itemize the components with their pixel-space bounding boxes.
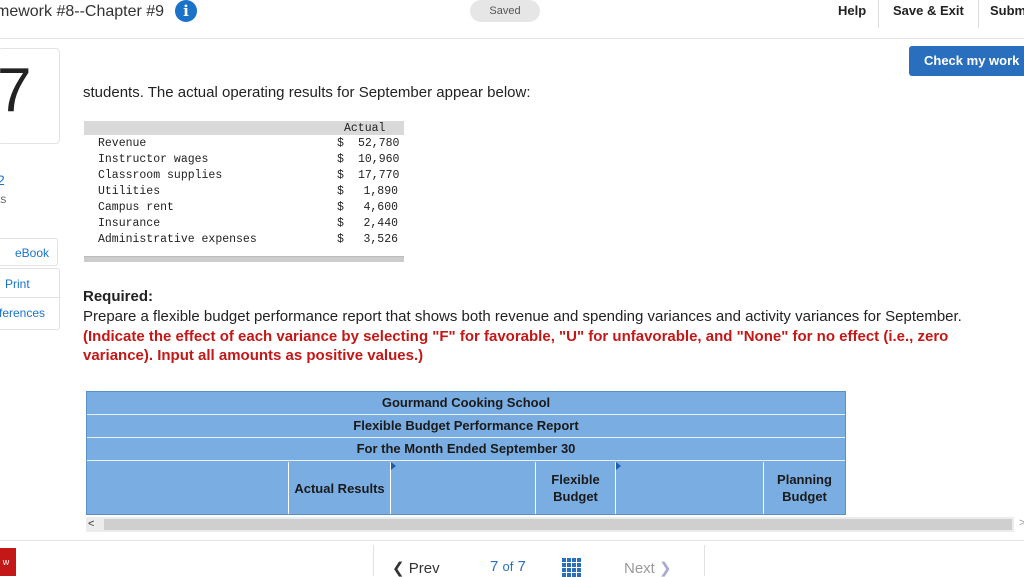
row-currency: $ (337, 233, 344, 246)
row-label: Insurance (98, 217, 161, 230)
row-currency: $ (337, 185, 344, 198)
row-currency: $ (337, 153, 344, 166)
table-row: Insurance $2,440 (84, 215, 404, 231)
print-button[interactable]: Print (0, 269, 59, 297)
question-number-box: 7 (0, 48, 60, 144)
row-label: Utilities (98, 185, 161, 198)
row-label: Classroom supplies (98, 169, 223, 182)
saved-badge: Saved (470, 0, 540, 22)
scroll-left-icon[interactable]: < (88, 517, 94, 532)
table-row: Instructor wages $10,960 (84, 151, 404, 167)
grid-icon[interactable] (562, 558, 581, 577)
chevron-right-icon: ❯ (659, 560, 672, 577)
required-text: Prepare a flexible budget performance re… (83, 307, 998, 366)
row-label: Instructor wages (98, 153, 209, 166)
red-tab[interactable]: w (0, 548, 16, 576)
col-planning-budget: Planning Budget (763, 462, 845, 514)
blank-header-cell (87, 462, 288, 514)
chevron-left-icon: ❮ (392, 560, 405, 577)
divider (878, 0, 879, 28)
next-label: Next (624, 560, 655, 577)
actual-header: Actual (344, 122, 386, 135)
top-bar: mework #8--Chapter #9 i Saved Help Save … (0, 0, 1024, 39)
table-header: Actual (84, 121, 404, 135)
side-tools: Print ferences (0, 268, 60, 330)
row-label: Revenue (98, 137, 147, 150)
prev-button[interactable]: ❮ Prev (392, 559, 440, 577)
actual-results-table: Actual Revenue $52,780 Instructor wages $1… (84, 121, 404, 247)
required-heading: Required: (83, 288, 154, 305)
points-label: ts (0, 192, 7, 206)
references-button[interactable]: ferences (0, 297, 59, 326)
row-currency: $ (337, 201, 344, 214)
report-subtitle: Flexible Budget Performance Report (87, 415, 845, 438)
info-icon[interactable]: i (175, 0, 197, 22)
assignment-title: mework #8--Chapter #9 (0, 3, 165, 20)
row-label: Administrative expenses (98, 233, 257, 246)
question-number: 7 (0, 56, 32, 125)
table-row: Revenue $52,780 (84, 135, 404, 151)
row-label: Campus rent (98, 201, 174, 214)
col-variance-2 (615, 462, 763, 514)
row-amount: 3,526 (363, 233, 398, 246)
col-actual-results: Actual Results (288, 462, 390, 514)
row-amount: 4,600 (363, 201, 398, 214)
col-variance-1 (390, 462, 535, 514)
save-exit-link[interactable]: Save & Exit (893, 3, 964, 18)
table-bottom-rule (84, 256, 404, 262)
ebook-button[interactable]: eBook (0, 238, 58, 266)
divider (978, 0, 979, 28)
scroll-thumb[interactable] (104, 519, 1012, 530)
page-of: of (502, 559, 514, 574)
next-button[interactable]: Next ❯ (624, 559, 672, 577)
points-value: 2 (0, 172, 5, 188)
row-currency: $ (337, 217, 344, 230)
intro-text: students. The actual operating results f… (83, 84, 531, 101)
page-current: 7 (490, 558, 499, 575)
required-instructions: Prepare a flexible budget performance re… (83, 308, 962, 325)
row-currency: $ (337, 137, 344, 150)
row-currency: $ (337, 169, 344, 182)
dropdown-indicator (616, 462, 621, 470)
report-title: Gourmand Cooking School (87, 392, 845, 415)
row-amount: 2,440 (363, 217, 398, 230)
row-amount: 1,890 (363, 185, 398, 198)
submit-link[interactable]: Subm (990, 3, 1024, 18)
page-indicator: 7 of 7 (490, 558, 526, 575)
table-row: Utilities $1,890 (84, 183, 404, 199)
horizontal-scrollbar[interactable]: < (86, 517, 1014, 532)
row-amount: 52,780 (358, 137, 400, 150)
page-total: 7 (517, 558, 526, 575)
required-note: (Indicate the effect of each variance by… (83, 327, 949, 365)
table-row: Classroom supplies $17,770 (84, 167, 404, 183)
dropdown-indicator (391, 462, 396, 470)
check-my-work-button[interactable]: Check my work (909, 46, 1024, 76)
table-row: Administrative expenses $3,526 (84, 231, 404, 247)
help-link[interactable]: Help (838, 3, 866, 18)
table-row: Campus rent $4,600 (84, 199, 404, 215)
report-period: For the Month Ended September 30 (87, 438, 845, 461)
row-amount: 17,770 (358, 169, 400, 182)
col-flexible-budget: Flexible Budget (535, 462, 615, 514)
row-amount: 10,960 (358, 153, 400, 166)
scroll-right-icon[interactable]: > (1019, 517, 1024, 529)
prev-label: Prev (408, 560, 440, 577)
performance-report: Gourmand Cooking School Flexible Budget … (86, 391, 846, 515)
